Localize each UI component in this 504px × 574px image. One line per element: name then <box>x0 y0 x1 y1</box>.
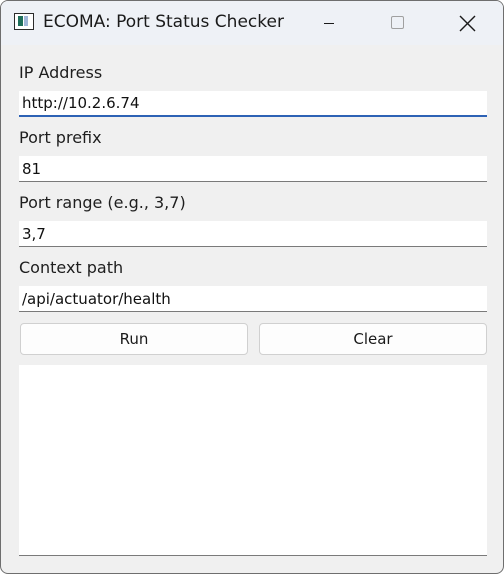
maximize-button[interactable] <box>374 1 420 45</box>
run-button[interactable]: Run <box>20 323 248 355</box>
window-title: ECOMA: Port Status Checker <box>43 12 284 32</box>
port-range-label: Port range (e.g., 3,7) <box>19 193 186 212</box>
app-window: ECOMA: Port Status Checker IP Address Po… <box>0 0 504 574</box>
port-prefix-input[interactable] <box>19 156 487 182</box>
ip-address-input[interactable] <box>19 91 487 117</box>
minimize-icon <box>324 23 334 24</box>
port-range-input[interactable] <box>19 221 487 247</box>
title-bar[interactable]: ECOMA: Port Status Checker <box>1 1 503 45</box>
context-path-label: Context path <box>19 258 124 277</box>
close-icon <box>459 15 476 32</box>
context-path-input[interactable] <box>19 286 487 312</box>
clear-button[interactable]: Clear <box>259 323 487 355</box>
ip-address-label: IP Address <box>19 63 103 82</box>
port-prefix-label: Port prefix <box>19 128 102 147</box>
app-icon <box>14 13 34 30</box>
output-text-area[interactable] <box>19 365 487 556</box>
maximize-icon <box>391 16 404 29</box>
close-button[interactable] <box>444 1 490 45</box>
minimize-button[interactable] <box>306 1 352 45</box>
